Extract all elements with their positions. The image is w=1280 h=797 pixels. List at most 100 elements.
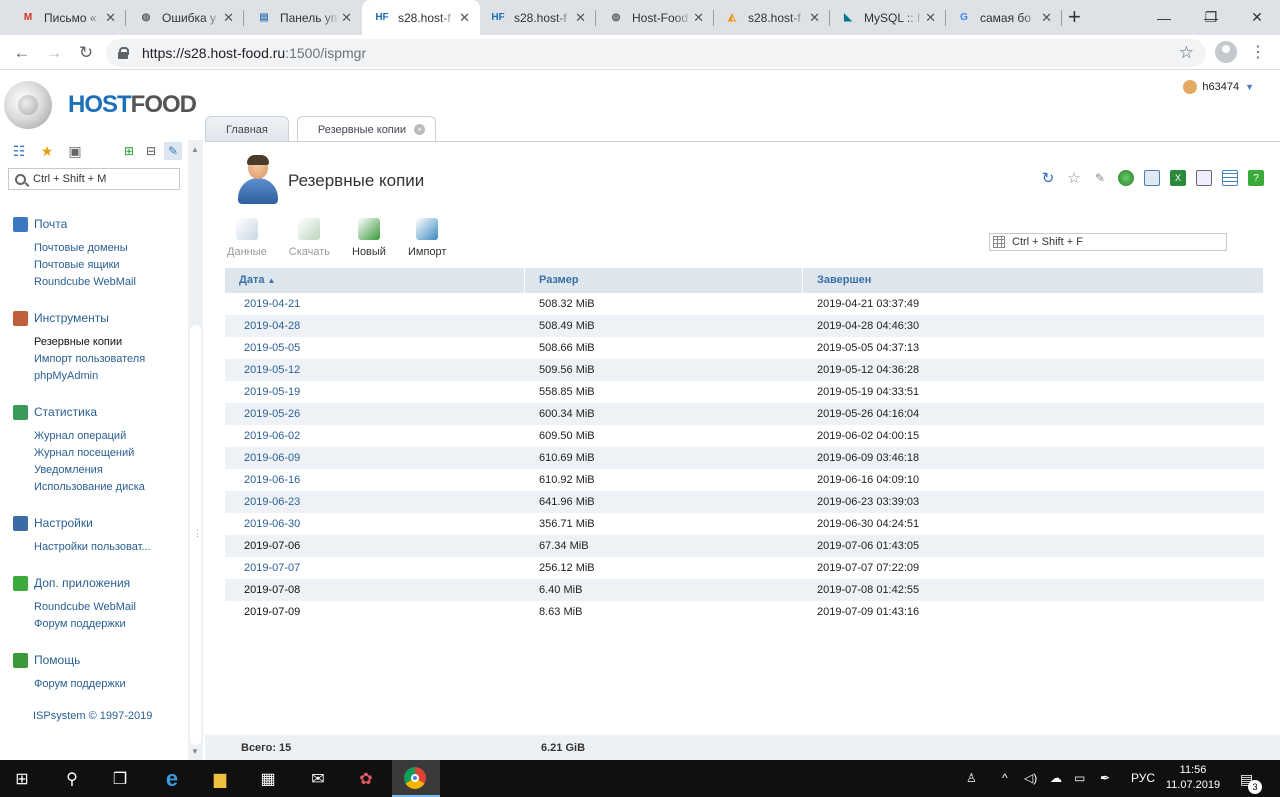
tab-main[interactable]: Главная [205, 116, 289, 142]
cell-date[interactable]: 2019-06-16 [225, 469, 525, 491]
browser-tab[interactable]: HF s28.host-f ✕ [478, 0, 596, 35]
copyright[interactable]: ISPsystem © 1997-2019 [33, 710, 152, 722]
close-tab-icon[interactable]: ✕ [1041, 10, 1052, 26]
paint-icon[interactable]: ✿ [354, 767, 378, 791]
close-tab-icon[interactable]: ✕ [809, 10, 820, 26]
table-row[interactable]: 2019-07-08 6.40 MiB 2019-07-08 01:42:55 [225, 579, 1264, 601]
table-row[interactable]: 2019-06-30 356.71 MiB 2019-06-30 04:24:51 [225, 513, 1264, 535]
action-button[interactable]: Данные [227, 218, 267, 258]
browser-tab[interactable]: ◍ Host-Food ✕ [596, 0, 714, 35]
excel-icon[interactable]: X [1170, 170, 1186, 186]
table-search-input[interactable]: Ctrl + Shift + F [989, 233, 1227, 251]
cell-date[interactable]: 2019-07-07 [225, 557, 525, 579]
tree-view-icon[interactable]: ☷ [10, 142, 28, 160]
pin-icon[interactable]: ✎ [1092, 170, 1108, 186]
table-row[interactable]: 2019-06-16 610.92 MiB 2019-06-16 04:09:10 [225, 469, 1264, 491]
forward-button[interactable]: → [42, 41, 66, 65]
refresh-icon[interactable]: ↻ [1040, 170, 1056, 187]
cell-date[interactable]: 2019-05-19 [225, 381, 525, 403]
scroll-down-icon[interactable]: ▼ [191, 747, 199, 756]
browser-tab[interactable]: ◣ MySQL :: I ✕ [828, 0, 946, 35]
volume-icon[interactable]: ◁) [1024, 771, 1037, 785]
scroll-up-icon[interactable]: ▲ [191, 145, 199, 154]
sidebar-section-title[interactable]: Статистика [13, 404, 145, 420]
table-row[interactable]: 2019-05-26 600.34 MiB 2019-05-26 04:16:04 [225, 403, 1264, 425]
task-view-icon[interactable]: ❒ [108, 767, 132, 791]
sidebar-item[interactable]: Импорт пользователя [34, 351, 145, 368]
sidebar-item[interactable]: Форум поддержки [34, 616, 136, 633]
table-row[interactable]: 2019-07-09 8.63 MiB 2019-07-09 01:43:16 [225, 601, 1264, 623]
back-button[interactable]: ← [10, 41, 34, 65]
expand-all-icon[interactable]: ⊞ [120, 142, 138, 160]
sidebar-item[interactable]: Roundcube WebMail [34, 274, 136, 291]
file-explorer-icon[interactable]: ▆ [208, 767, 232, 791]
people-icon[interactable]: ♙ [966, 771, 977, 785]
cell-date[interactable]: 2019-06-30 [225, 513, 525, 535]
table-row[interactable]: 2019-07-07 256.12 MiB 2019-07-07 07:22:09 [225, 557, 1264, 579]
column-size[interactable]: Размер [525, 268, 803, 293]
help-icon[interactable]: ? [1248, 170, 1264, 186]
splitter-grip-icon[interactable]: ⋮ [193, 528, 202, 539]
table-row[interactable]: 2019-05-12 509.56 MiB 2019-05-12 04:36:28 [225, 359, 1264, 381]
cell-date[interactable]: 2019-05-05 [225, 337, 525, 359]
favorites-star-icon[interactable]: ★ [38, 142, 56, 160]
close-tab-icon[interactable]: ✕ [341, 10, 352, 26]
action-button[interactable]: Скачать [289, 218, 330, 258]
network-icon[interactable]: ▭ [1074, 771, 1085, 785]
close-tab-icon[interactable]: ✕ [925, 10, 936, 26]
sidebar-item[interactable]: Резервные копии [34, 334, 145, 351]
table-row[interactable]: 2019-06-09 610.69 MiB 2019-06-09 03:46:18 [225, 447, 1264, 469]
browser-tab[interactable]: M Письмо « ✕ [8, 0, 126, 35]
table-row[interactable]: 2019-05-05 508.66 MiB 2019-05-05 04:37:13 [225, 337, 1264, 359]
pen-icon[interactable]: ✒ [1100, 771, 1110, 785]
search-icon[interactable]: ⚲ [60, 767, 84, 791]
minimize-window-button[interactable]: — [1141, 0, 1187, 35]
print-icon[interactable] [1196, 170, 1212, 186]
edge-icon[interactable]: e [160, 766, 184, 791]
close-tab-icon[interactable]: ✕ [223, 10, 234, 26]
language-indicator[interactable]: РУС [1131, 771, 1155, 785]
sidebar-scrollbar[interactable]: ▲ ⋮ ▼ [188, 140, 203, 760]
hostfood-logo[interactable]: HOST FOOD [4, 80, 197, 130]
sidebar-item[interactable]: phpMyAdmin [34, 368, 145, 385]
table-row[interactable]: 2019-06-23 641.96 MiB 2019-06-23 03:39:03 [225, 491, 1264, 513]
browser-tab[interactable]: Gсамая бо ✕ [944, 0, 1062, 35]
action-button[interactable]: Новый [352, 218, 386, 258]
windows-start-icon[interactable]: ⊞ [10, 767, 34, 791]
star-icon[interactable]: ☆ [1066, 170, 1082, 187]
clock[interactable]: 11:56 11.07.2019 [1160, 763, 1226, 793]
table-row[interactable]: 2019-05-19 558.85 MiB 2019-05-19 04:33:51 [225, 381, 1264, 403]
sidebar-item[interactable]: Использование диска [34, 479, 145, 496]
pin-icon[interactable]: ✎ [164, 142, 182, 160]
column-date[interactable]: Дата ▲ [225, 268, 525, 293]
onedrive-icon[interactable]: ☁ [1050, 771, 1062, 785]
sidebar-item[interactable]: Roundcube WebMail [34, 599, 136, 616]
mail-icon[interactable]: ✉ [306, 767, 330, 791]
user-menu[interactable]: h63474 ▼ [1183, 80, 1254, 94]
bookmark-star-icon[interactable]: ☆ [1179, 43, 1194, 63]
sidebar-section-title[interactable]: Помощь [13, 652, 126, 668]
cell-date[interactable]: 2019-06-09 [225, 447, 525, 469]
sidebar-section-title[interactable]: Доп. приложения [13, 575, 136, 591]
profile-avatar[interactable] [1215, 41, 1237, 63]
close-tab-icon[interactable]: × [414, 124, 426, 135]
sidebar-item[interactable]: Уведомления [34, 462, 145, 479]
maximize-window-button[interactable]: ❐ [1188, 0, 1234, 35]
store-icon[interactable]: ▦ [256, 767, 280, 791]
table-row[interactable]: 2019-04-21 508.32 MiB 2019-04-21 03:37:49 [225, 293, 1264, 315]
browser-tab[interactable]: ▤ Панель уп ✕ [244, 0, 362, 35]
sidebar-item[interactable]: Почтовые домены [34, 240, 136, 257]
sidebar-section-title[interactable]: Настройки [13, 515, 151, 531]
action-button[interactable]: Импорт [408, 218, 446, 258]
close-tab-icon[interactable]: ✕ [105, 10, 116, 26]
browser-tab[interactable]: HF s28.host-f ✕ [362, 0, 480, 35]
table-settings-icon[interactable] [1222, 170, 1238, 186]
close-tab-icon[interactable]: ✕ [575, 10, 586, 26]
close-window-button[interactable]: ✕ [1234, 0, 1280, 35]
browser-tab[interactable]: ◍ Ошибка у ✕ [126, 0, 244, 35]
tab-backups[interactable]: Резервные копии × [296, 116, 437, 142]
close-tab-icon[interactable]: ✕ [459, 10, 470, 26]
new-tab-button[interactable]: + [1068, 4, 1081, 30]
sidebar-section-title[interactable]: Почта [13, 216, 136, 232]
table-row[interactable]: 2019-06-02 609.50 MiB 2019-06-02 04:00:15 [225, 425, 1264, 447]
